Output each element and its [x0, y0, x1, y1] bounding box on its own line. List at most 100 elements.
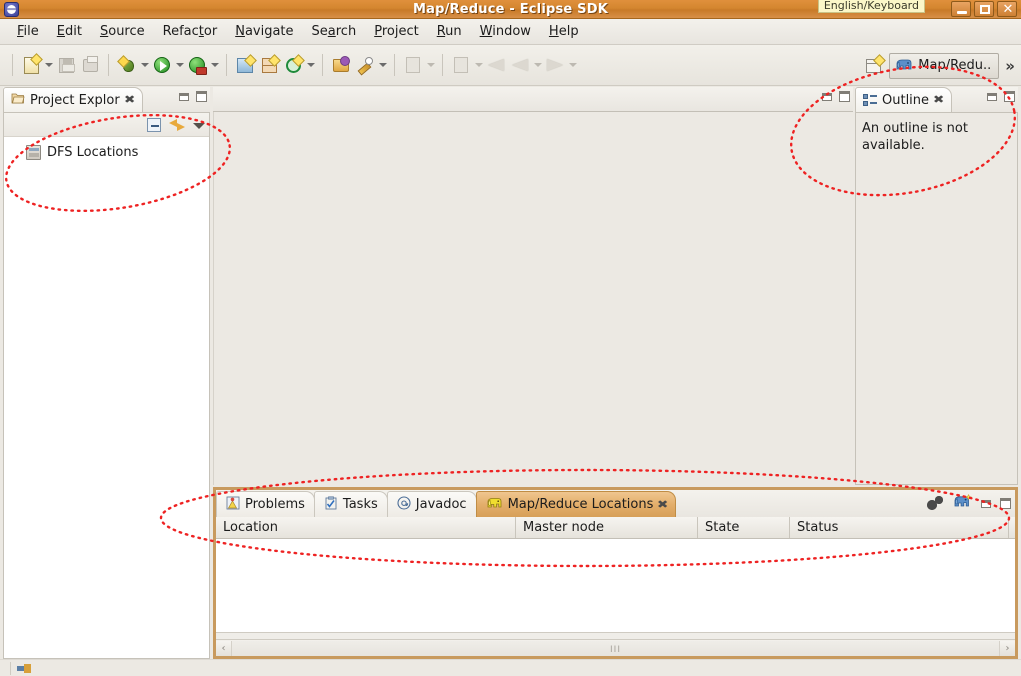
- menu-search[interactable]: Search: [303, 21, 366, 42]
- run-button[interactable]: [150, 53, 174, 77]
- run-button-dropdown[interactable]: [174, 53, 185, 77]
- dfs-locations-icon: [26, 145, 41, 160]
- maximize-bottom-panel-button[interactable]: [1000, 498, 1011, 509]
- scroll-left-button[interactable]: ‹: [216, 641, 232, 656]
- minimize-outline-button[interactable]: [987, 93, 997, 101]
- search-button-dropdown[interactable]: [377, 53, 388, 77]
- menu-window[interactable]: Window: [471, 21, 540, 42]
- scrollbar-grip[interactable]: III: [610, 645, 621, 655]
- scroll-right-button[interactable]: ›: [999, 641, 1015, 656]
- prev-annotation-icon: [454, 57, 468, 73]
- menu-run[interactable]: Run: [428, 21, 471, 42]
- close-icon[interactable]: ✖: [657, 500, 669, 510]
- back-arrow-icon: [512, 59, 528, 72]
- project-explorer-icon: [11, 91, 25, 109]
- menu-search-prefix: Se: [312, 24, 328, 39]
- back-button-dropdown[interactable]: [532, 53, 543, 77]
- new-button[interactable]: [19, 53, 43, 77]
- column-header-master-node[interactable]: Master node: [516, 517, 698, 538]
- project-explorer-tabstrip: Project Explor ✖: [3, 87, 210, 112]
- bottom-panel-tools: [927, 494, 1011, 513]
- horizontal-scrollbar[interactable]: ‹ III ›: [216, 639, 1015, 656]
- editor-panel-buttons: [822, 91, 850, 102]
- last-edit-button[interactable]: [484, 53, 508, 77]
- menu-source[interactable]: Source: [91, 21, 154, 42]
- tab-javadoc[interactable]: Javadoc: [387, 491, 477, 517]
- new-package-button[interactable]: [233, 53, 257, 77]
- maximize-outline-button[interactable]: [1004, 91, 1015, 102]
- perspective-overflow-button[interactable]: »: [1003, 57, 1017, 75]
- maximize-window-button[interactable]: [974, 1, 994, 17]
- tab-javadoc-label: Javadoc: [416, 497, 467, 512]
- collapse-all-icon[interactable]: [147, 118, 161, 132]
- prev-annotation-button[interactable]: [449, 53, 473, 77]
- tab-map-reduce-locations[interactable]: Map/Reduce Locations ✖: [476, 491, 676, 517]
- close-icon[interactable]: ✖: [933, 95, 945, 105]
- new-package-icon: [237, 58, 253, 73]
- project-explorer-body: DFS Locations: [3, 112, 210, 659]
- perspective-mapreduce-button[interactable]: Map/Redu..: [889, 53, 999, 79]
- new-interface-button[interactable]: [281, 53, 305, 77]
- print-icon: [83, 59, 98, 72]
- toolbar-separator: [394, 54, 395, 76]
- back-button[interactable]: [508, 53, 532, 77]
- close-icon[interactable]: ✖: [124, 95, 136, 105]
- open-perspective-button[interactable]: [861, 54, 885, 78]
- save-icon: [59, 58, 74, 73]
- tab-tasks-label: Tasks: [343, 497, 378, 512]
- tab-tasks[interactable]: Tasks: [314, 491, 388, 517]
- open-type-icon: [333, 59, 349, 72]
- menu-source-mnemonic: S: [100, 24, 108, 39]
- tab-outline[interactable]: Outline ✖: [855, 87, 952, 112]
- column-header-status[interactable]: Status: [790, 517, 1009, 538]
- column-header-location[interactable]: Location: [216, 517, 516, 538]
- forward-button[interactable]: [543, 53, 567, 77]
- tab-project-explorer[interactable]: Project Explor ✖: [3, 87, 143, 112]
- menu-edit[interactable]: Edit: [48, 21, 91, 42]
- external-tools-dropdown[interactable]: [209, 53, 220, 77]
- tab-problems[interactable]: Problems: [216, 491, 315, 517]
- menu-project-label: roject: [382, 24, 419, 39]
- tree-item-dfs-locations[interactable]: DFS Locations: [4, 143, 209, 162]
- close-window-button[interactable]: ✕: [997, 1, 1017, 17]
- view-menu-icon[interactable]: [193, 118, 205, 132]
- next-annotation-button[interactable]: [401, 53, 425, 77]
- menu-run-mnemonic: R: [437, 24, 445, 39]
- search-button[interactable]: [353, 53, 377, 77]
- minimize-window-button[interactable]: [951, 1, 971, 17]
- minimize-editor-button[interactable]: [822, 93, 832, 101]
- editor-area: [213, 87, 853, 485]
- new-class-button[interactable]: [257, 53, 281, 77]
- new-button-dropdown[interactable]: [43, 53, 54, 77]
- new-hadoop-location-icon[interactable]: [953, 494, 972, 513]
- open-type-button[interactable]: [329, 53, 353, 77]
- bottom-tabstrip: Problems Tasks: [216, 490, 1015, 517]
- menu-file[interactable]: File: [8, 21, 48, 42]
- print-button[interactable]: [78, 53, 102, 77]
- new-interface-dropdown[interactable]: [305, 53, 316, 77]
- forward-button-dropdown[interactable]: [567, 53, 578, 77]
- map-reduce-locations-view: Problems Tasks: [213, 487, 1018, 659]
- gears-icon[interactable]: [927, 496, 944, 511]
- menu-project[interactable]: Project: [365, 21, 428, 42]
- maximize-editor-button[interactable]: [839, 91, 850, 102]
- menu-refactor[interactable]: Refactor: [154, 21, 227, 42]
- minimize-bottom-panel-button[interactable]: [981, 500, 991, 508]
- next-annotation-icon: [406, 57, 420, 73]
- save-button[interactable]: [54, 53, 78, 77]
- column-header-state[interactable]: State: [698, 517, 790, 538]
- toolbar-separator: [226, 54, 227, 76]
- menu-help[interactable]: Help: [540, 21, 588, 42]
- link-with-editor-icon[interactable]: [169, 118, 185, 132]
- minimize-view-button[interactable]: [179, 93, 189, 101]
- maximize-view-button[interactable]: [196, 91, 207, 102]
- scrollbar-track[interactable]: III: [232, 641, 999, 656]
- external-tools-button[interactable]: [185, 53, 209, 77]
- debug-button[interactable]: [115, 53, 139, 77]
- menu-navigate[interactable]: Navigate: [226, 21, 302, 42]
- forward-arrow-icon: [547, 59, 563, 72]
- debug-button-dropdown[interactable]: [139, 53, 150, 77]
- prev-annotation-dropdown[interactable]: [473, 53, 484, 77]
- toolbar-separator: [322, 54, 323, 76]
- next-annotation-dropdown[interactable]: [425, 53, 436, 77]
